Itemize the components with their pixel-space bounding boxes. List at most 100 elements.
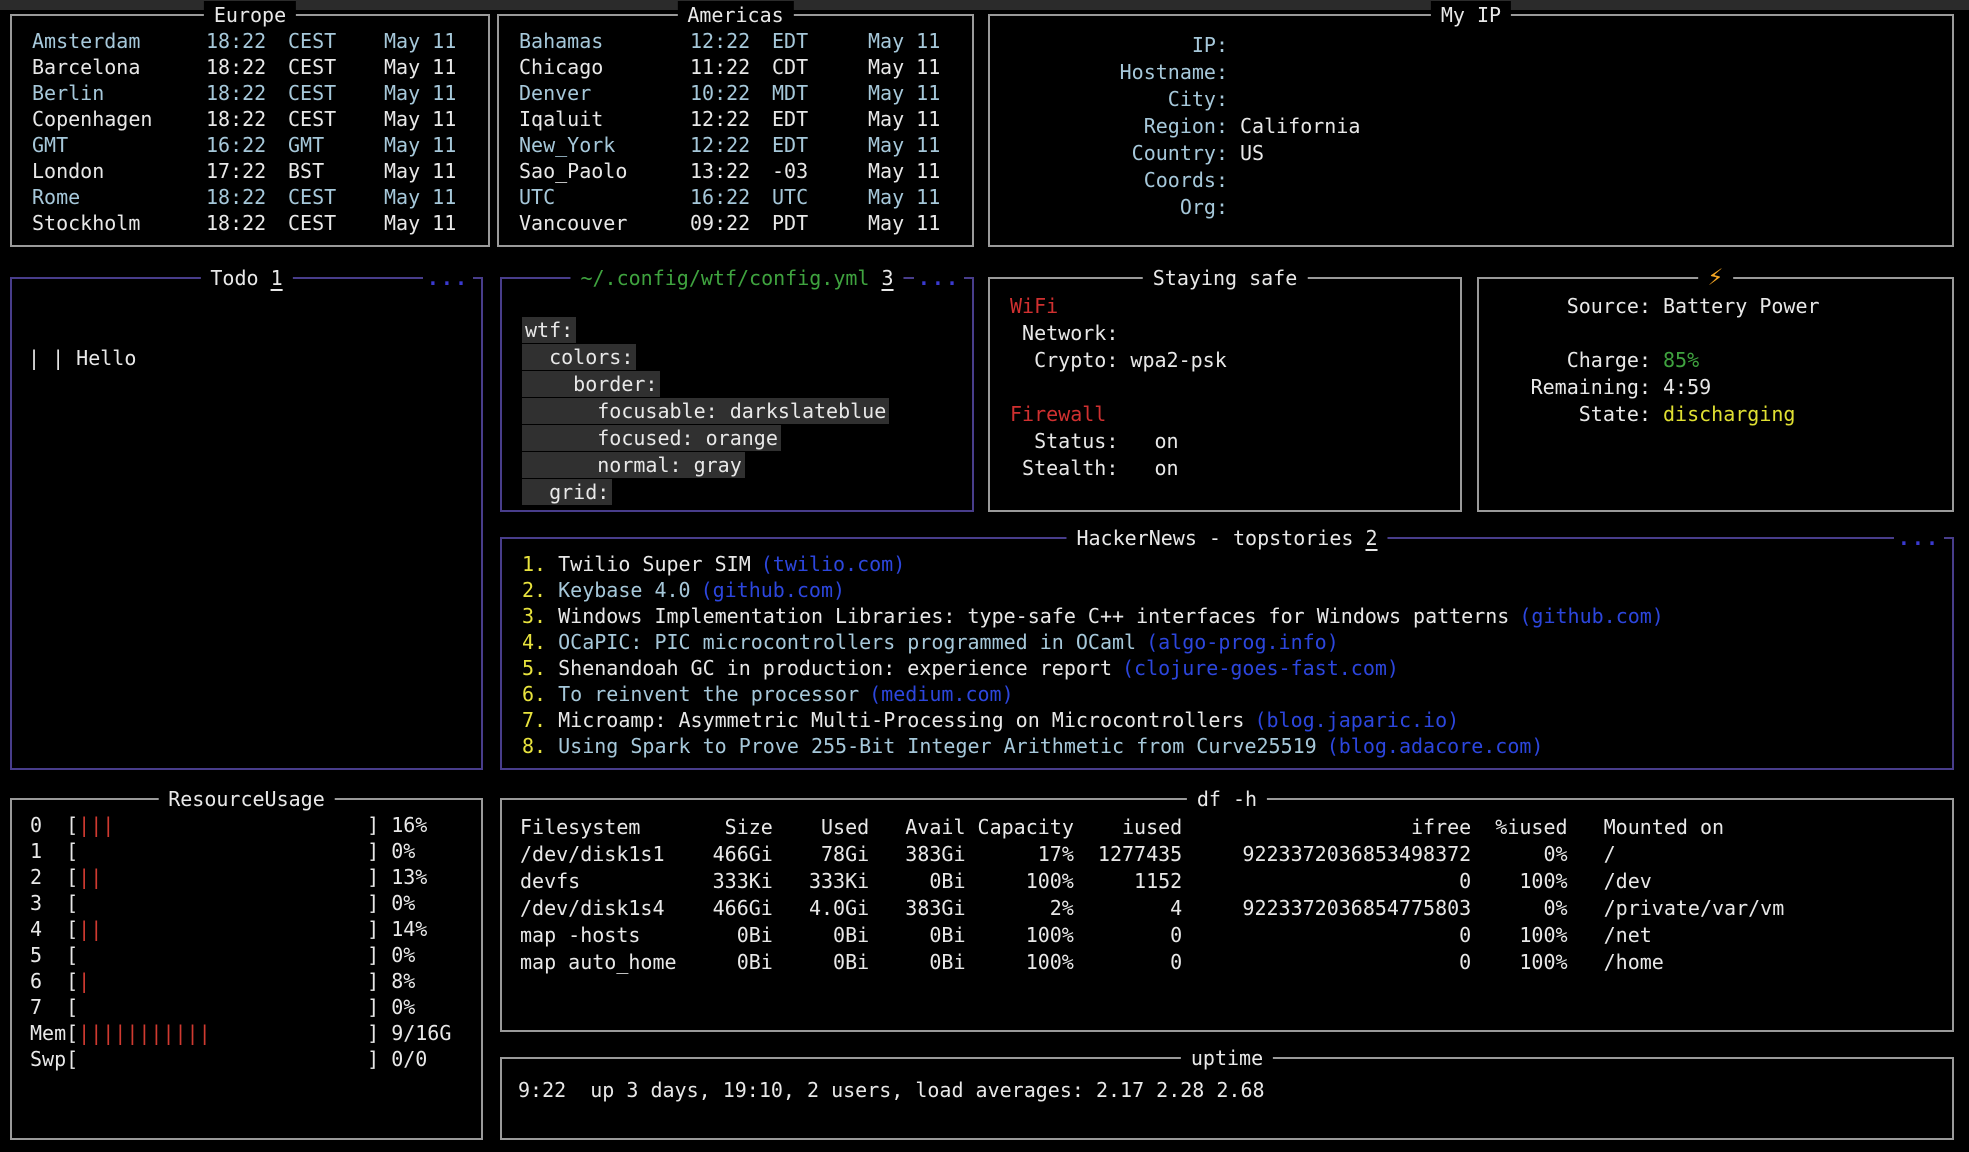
story-domain-link[interactable]: (blog.japaric.io) xyxy=(1254,708,1459,732)
clock-row: Amsterdam18:22CESTMay 11 xyxy=(32,28,474,54)
ip-label: IP: xyxy=(990,32,1228,59)
config-line: focusable: darkslateblue xyxy=(522,398,972,425)
disk-table-header: FilesystemSizeUsedAvailCapacityiusedifre… xyxy=(520,814,1952,841)
panel-title-text: Staying safe xyxy=(1153,266,1298,290)
gauge-bracket: [ xyxy=(66,1021,78,1045)
cell-mounted-on: /dev xyxy=(1568,868,1652,895)
story-domain-link[interactable]: (clojure-goes-fast.com) xyxy=(1122,656,1399,680)
clock-row: Stockholm18:22CESTMay 11 xyxy=(32,210,474,236)
gauge-bars: || xyxy=(78,864,367,890)
config-file-panel[interactable]: ~/.config/wtf/config.yml 3 ... wtf: colo… xyxy=(500,277,974,512)
clock-time: 10:22 xyxy=(690,80,762,106)
story-item[interactable]: 7.Microamp: Asymmetric Multi-Processing … xyxy=(522,707,1952,733)
todo-panel[interactable]: Todo 1 ... | | Hello xyxy=(10,277,483,770)
staying-safe-panel: Staying safe WiFi Network: Crypto: wpa2-… xyxy=(988,277,1462,512)
battery-status: Source:Battery Power Charge:85% Remainin… xyxy=(1479,279,1952,428)
cell-used: 4.0Gi xyxy=(773,895,869,922)
story-domain-link[interactable]: (github.com) xyxy=(1519,604,1664,628)
state-label: State: xyxy=(1479,401,1651,428)
story-item[interactable]: 1.Twilio Super SIM(twilio.com) xyxy=(522,551,1952,577)
story-item[interactable]: 4.OCaPIC: PIC microcontrollers programme… xyxy=(522,629,1952,655)
gauge-bracket: ] xyxy=(367,891,379,915)
clock-time: 12:22 xyxy=(690,28,762,54)
cell-capacity: 2% xyxy=(966,895,1074,922)
clock-city: GMT xyxy=(32,132,206,158)
config-line: normal: gray xyxy=(522,452,972,479)
gauge-bracket: [ xyxy=(66,969,78,993)
story-item[interactable]: 2.Keybase 4.0(github.com) xyxy=(522,577,1952,603)
gauge-bars: ||| xyxy=(78,812,367,838)
gauge-label: Mem xyxy=(30,1020,66,1046)
clock-city: Barcelona xyxy=(32,54,206,80)
story-item[interactable]: 3.Windows Implementation Libraries: type… xyxy=(522,603,1952,629)
config-file-path: ~/.config/wtf/config.yml xyxy=(580,266,869,290)
clock-timezone: GMT xyxy=(288,132,362,158)
story-title: Shenandoah GC in production: experience … xyxy=(558,656,1112,680)
ip-info-row: City: xyxy=(990,86,1952,113)
clock-time: 09:22 xyxy=(690,210,762,236)
gauge-label: 2 xyxy=(30,864,66,890)
remaining-label: Remaining: xyxy=(1479,374,1651,401)
story-item[interactable]: 6.To reinvent the processor(medium.com) xyxy=(522,681,1952,707)
story-domain-link[interactable]: (github.com) xyxy=(701,578,846,602)
gauge-label: 1 xyxy=(30,838,66,864)
story-domain-link[interactable]: (algo-prog.info) xyxy=(1146,630,1339,654)
clock-date: May 11 xyxy=(868,28,958,54)
cell-size: 333Ki xyxy=(689,868,773,895)
disk-table-row: /dev/disk1s4466Gi4.0Gi383Gi2%49223372036… xyxy=(520,895,1952,922)
clock-city: New_York xyxy=(519,132,690,158)
panel-title: ResourceUsage xyxy=(158,785,335,813)
clock-timezone: EDT xyxy=(772,106,846,132)
americas-clock-panel: Americas Bahamas12:22EDTMay 11 Chicago11… xyxy=(497,14,974,247)
country-value: US xyxy=(1240,140,1264,167)
cell-capacity: 17% xyxy=(966,841,1074,868)
panel-title: ⚡ xyxy=(1698,264,1734,292)
clock-city: Rome xyxy=(32,184,206,210)
clock-row: Denver10:22MDTMay 11 xyxy=(519,80,958,106)
panel-title-text: df -h xyxy=(1197,787,1257,811)
story-domain-link[interactable]: (medium.com) xyxy=(869,682,1014,706)
clock-row: Bahamas12:22EDTMay 11 xyxy=(519,28,958,54)
battery-source-row: Source:Battery Power xyxy=(1479,293,1952,320)
story-domain-link[interactable]: (twilio.com) xyxy=(761,552,906,576)
story-item[interactable]: 5.Shenandoah GC in production: experienc… xyxy=(522,655,1952,681)
panel-title: df -h xyxy=(1187,785,1267,813)
clock-timezone: CEST xyxy=(288,106,362,132)
clock-date: May 11 xyxy=(384,184,474,210)
clock-date: May 11 xyxy=(384,158,474,184)
config-line-text: grid: xyxy=(522,479,612,505)
hackernews-panel[interactable]: HackerNews - topstories 2 ... 1.Twilio S… xyxy=(500,537,1954,770)
clock-timezone: CEST xyxy=(288,28,362,54)
cell-mounted-on: / xyxy=(1568,841,1616,868)
gauge-value: 9/16G xyxy=(391,1021,451,1045)
clock-time: 12:22 xyxy=(690,132,762,158)
story-rank: 4. xyxy=(522,629,558,655)
gauge-value: 8% xyxy=(391,969,415,993)
cell-piused: 0% xyxy=(1471,841,1567,868)
gauge-value: 16% xyxy=(391,813,427,837)
disk-table-row: map -hosts0Bi0Bi0Bi100%00100%/net xyxy=(520,922,1952,949)
cell-size: 0Bi xyxy=(689,949,773,976)
gauge-value: 0% xyxy=(391,943,415,967)
clock-row: GMT16:22GMTMay 11 xyxy=(32,132,474,158)
story-list: 1.Twilio Super SIM(twilio.com) 2.Keybase… xyxy=(502,539,1952,759)
story-item[interactable]: 8.Using Spark to Prove 255-Bit Integer A… xyxy=(522,733,1952,759)
clock-timezone: CEST xyxy=(288,80,362,106)
panel-title: Americas xyxy=(677,1,793,29)
cpu-gauge-row: 6[|]8% xyxy=(30,968,481,994)
todo-item[interactable]: | | Hello xyxy=(28,345,481,371)
col-used: Used xyxy=(773,814,869,841)
clock-date: May 11 xyxy=(384,80,474,106)
clock-city: Stockholm xyxy=(32,210,206,236)
story-domain-link[interactable]: (blog.adacore.com) xyxy=(1327,734,1544,758)
clock-timezone: CEST xyxy=(288,210,362,236)
cell-filesystem: /dev/disk1s1 xyxy=(520,841,689,868)
gauge-bracket: [ xyxy=(66,943,78,967)
clock-timezone: EDT xyxy=(772,132,846,158)
clock-row: London17:22BSTMay 11 xyxy=(32,158,474,184)
ip-info-row: Region:California xyxy=(990,113,1952,140)
disk-table-row: /dev/disk1s1466Gi78Gi383Gi17%12774359223… xyxy=(520,841,1952,868)
story-rank: 2. xyxy=(522,577,558,603)
clock-date: May 11 xyxy=(868,106,958,132)
gauge-label: Swp xyxy=(30,1046,66,1072)
